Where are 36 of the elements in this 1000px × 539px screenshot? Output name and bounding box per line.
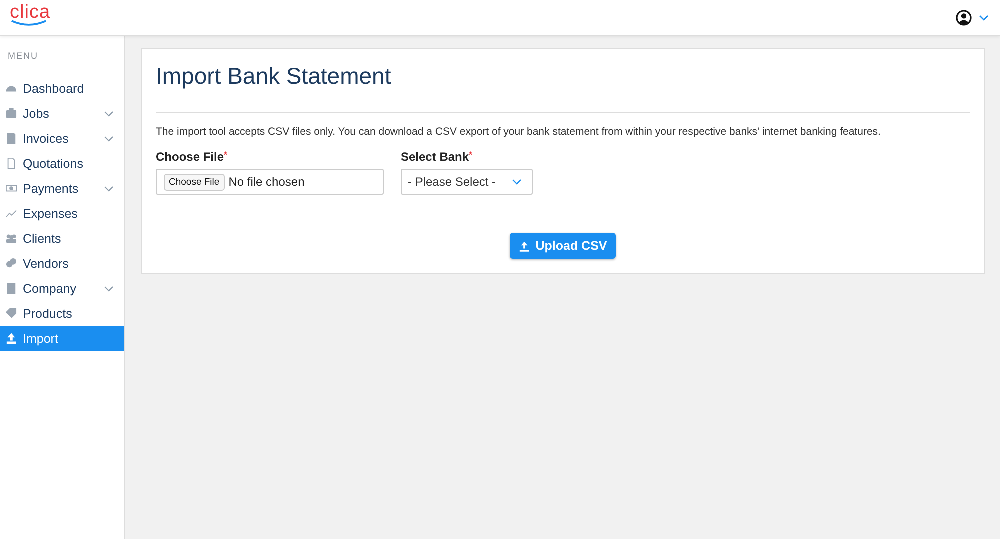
page-title: Import Bank Statement — [156, 63, 392, 90]
field-label: Select Bank — [401, 150, 470, 164]
tag-icon — [6, 308, 17, 319]
bank-select[interactable]: - Please Select - — [401, 169, 533, 195]
sidebar-item[interactable]: Dashboard — [0, 76, 124, 101]
user-avatar-icon[interactable] — [956, 10, 972, 26]
sidebar-item[interactable]: Quotations — [0, 151, 124, 176]
upload-icon — [518, 240, 530, 252]
file-input[interactable]: Choose File No file chosen — [156, 169, 384, 195]
file-status: No file chosen — [228, 175, 305, 189]
page-icon — [6, 158, 17, 169]
sidebar-item[interactable]: Vendors — [0, 251, 124, 276]
upload-icon — [6, 333, 17, 344]
sidebar-item[interactable]: Expenses — [0, 201, 124, 226]
field-label: Choose File — [156, 150, 224, 164]
sidebar-item[interactable]: Invoices — [0, 126, 124, 151]
required-mark: * — [469, 150, 473, 160]
chevron-down-icon[interactable] — [979, 14, 989, 20]
logo-swoosh-icon — [10, 20, 48, 26]
sidebar-item[interactable]: Company — [0, 276, 124, 301]
logo[interactable]: clica — [10, 3, 51, 26]
line-chart-icon — [6, 208, 17, 219]
banknote-icon — [6, 183, 17, 194]
sidebar-item[interactable]: Clients — [0, 226, 124, 251]
menu-heading: MENU — [7, 50, 40, 63]
description-text: The import tool accepts CSV files only. You can download a CSV export of your bank statement from within your respective banks' internet banking features. — [156, 126, 882, 138]
people-icon — [6, 233, 17, 244]
sidebar-item[interactable]: Products — [0, 301, 124, 326]
document-icon — [6, 133, 17, 144]
required-mark: * — [224, 150, 228, 160]
sidebar-item[interactable]: Payments — [0, 176, 124, 201]
sidebar-item[interactable]: Jobs — [0, 101, 124, 126]
briefcase-icon — [6, 108, 17, 119]
coins-icon — [6, 258, 17, 269]
chevron-down-icon — [512, 179, 522, 185]
choose-file-button[interactable]: Choose File — [164, 174, 225, 190]
